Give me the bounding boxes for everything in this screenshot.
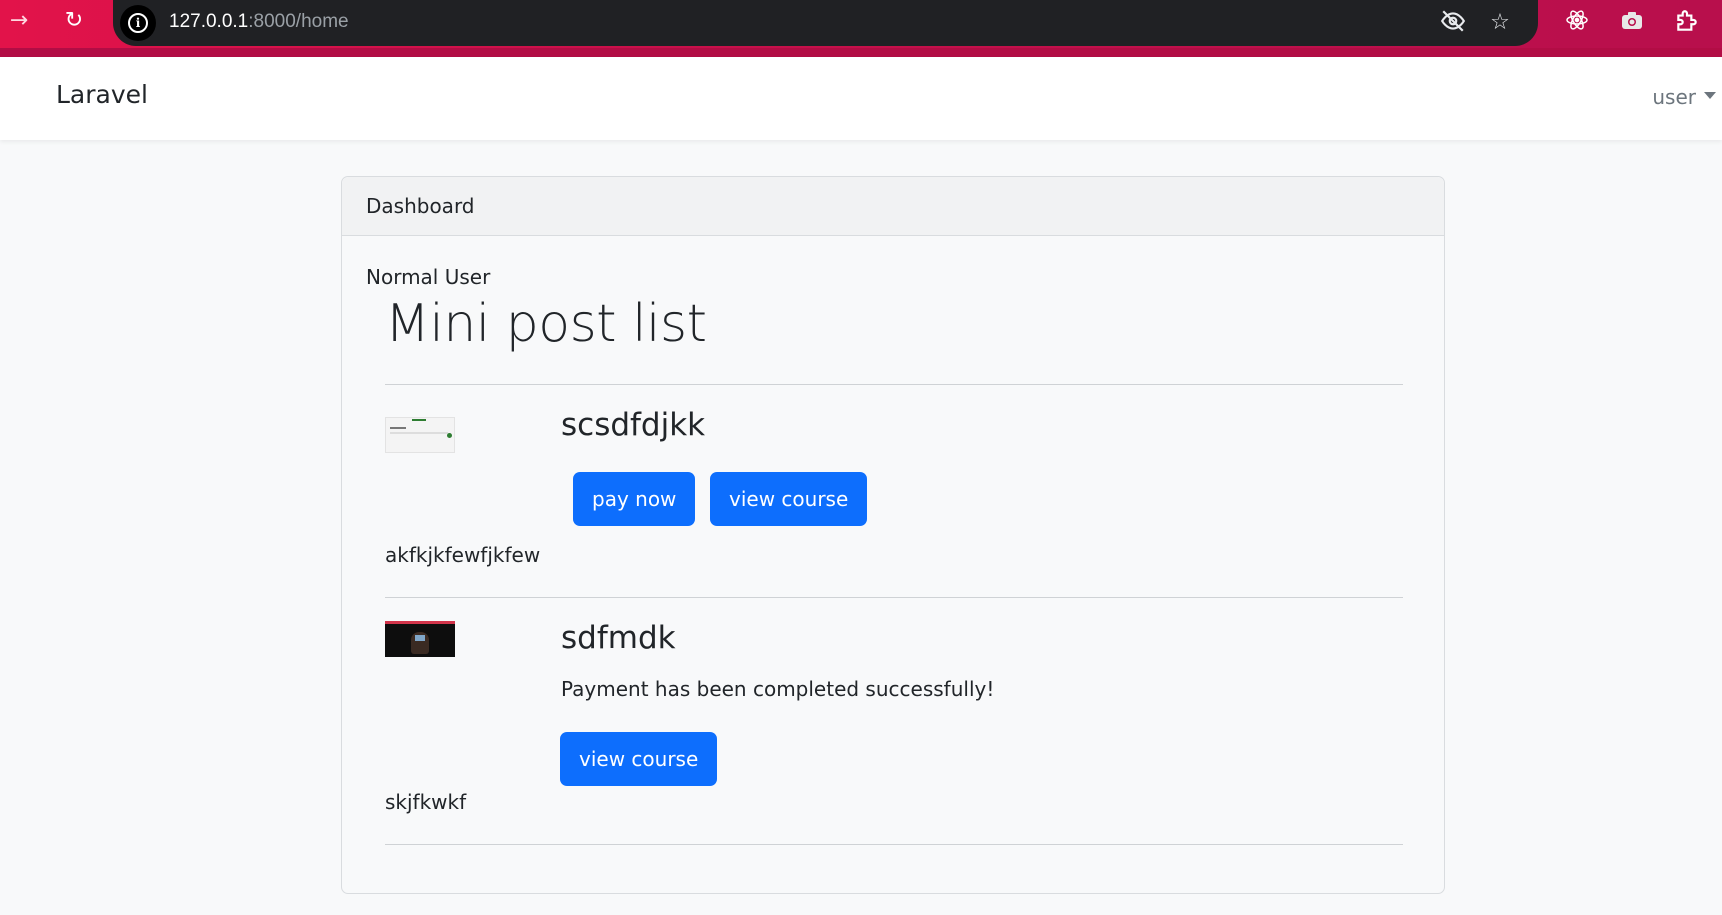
- address-bar[interactable]: i 127.0.0.1:8000/home ☆: [113, 0, 1538, 46]
- url-path: :8000/home: [248, 11, 349, 32]
- camera-icon[interactable]: [1617, 8, 1647, 38]
- browser-toolbar: → ↻ i 127.0.0.1:8000/home ☆: [0, 0, 1722, 57]
- post-thumbnail: [385, 621, 455, 657]
- user-dropdown-label: user: [1652, 85, 1696, 109]
- extensions-icon[interactable]: [1672, 8, 1702, 38]
- forward-icon[interactable]: →: [6, 8, 32, 34]
- card-header: Dashboard: [342, 177, 1444, 236]
- react-devtools-icon[interactable]: [1562, 8, 1592, 38]
- post-description: akfkjkfewfjkfew: [385, 543, 541, 567]
- divider: [385, 597, 1403, 598]
- star-icon[interactable]: ☆: [1485, 8, 1515, 38]
- divider: [385, 384, 1403, 385]
- user-dropdown[interactable]: user: [1652, 85, 1716, 109]
- post-title: sdfmdk: [561, 620, 676, 656]
- divider: [385, 844, 1403, 845]
- toolbar-strip: [0, 48, 1722, 57]
- eye-off-icon[interactable]: [1438, 8, 1468, 38]
- dashboard-card: Dashboard Normal User Mini post list scs…: [341, 176, 1445, 894]
- url-text[interactable]: 127.0.0.1:8000/home: [169, 10, 349, 34]
- reload-icon[interactable]: ↻: [61, 8, 87, 34]
- brand-link[interactable]: Laravel: [56, 80, 148, 109]
- post-description: skjfkwkf: [385, 790, 467, 814]
- site-info-icon[interactable]: i: [120, 5, 156, 41]
- view-course-button[interactable]: view course: [560, 732, 718, 786]
- view-course-button[interactable]: view course: [710, 472, 868, 526]
- pay-now-button[interactable]: pay now: [573, 472, 696, 526]
- url-host: 127.0.0.1: [169, 11, 249, 32]
- post-title: scsdfdjkk: [561, 407, 706, 443]
- payment-status-message: Payment has been completed successfully!: [561, 677, 995, 701]
- role-text: Normal User: [366, 265, 491, 289]
- page-title: Mini post list: [385, 294, 707, 354]
- chevron-down-icon: [1704, 92, 1716, 99]
- post-thumbnail: [385, 417, 455, 453]
- app-navbar: Laravel user: [0, 57, 1722, 140]
